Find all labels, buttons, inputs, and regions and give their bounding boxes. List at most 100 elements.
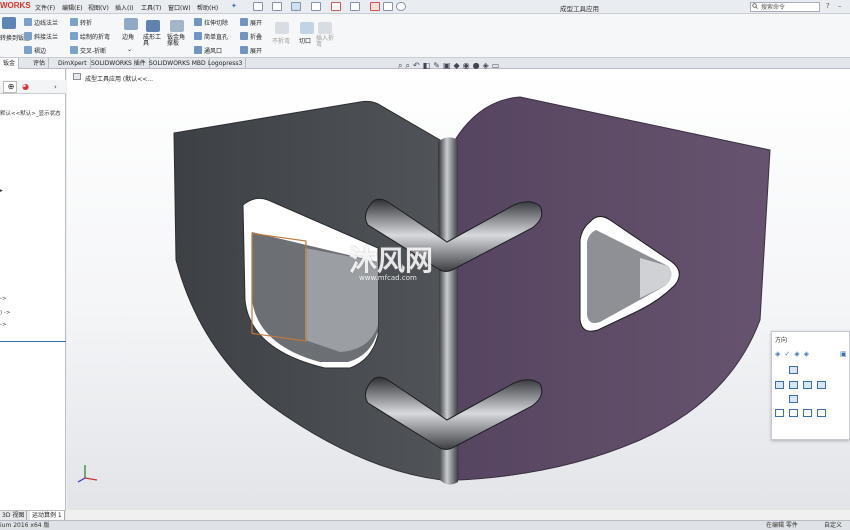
pin-icon[interactable]: ✦ (231, 2, 237, 10)
select-arrow-icon[interactable] (350, 2, 360, 11)
vent-icon (194, 46, 202, 54)
two-view-vertical-icon[interactable] (803, 409, 812, 417)
brand-logo: WORKS (0, 1, 31, 10)
part-icon (73, 73, 81, 80)
sheetmetal-gusset-icon[interactable] (170, 20, 184, 32)
save-icon[interactable] (291, 2, 301, 11)
top-view-icon[interactable] (789, 366, 798, 374)
jog-button[interactable]: 转折 (80, 18, 92, 27)
convert-sheetmetal-icon[interactable] (2, 17, 16, 29)
flatten-button[interactable]: 展开 (250, 46, 262, 55)
cross-break-button[interactable]: 交叉-折断 (80, 46, 106, 55)
rip-button[interactable]: 切口 (299, 36, 311, 45)
status-bar (0, 520, 850, 530)
tab-evaluate[interactable]: 评估 (30, 58, 50, 69)
two-view-horizontal-icon[interactable] (789, 409, 798, 417)
tab-sheetmetal[interactable]: 钣金 (0, 58, 20, 69)
forming-tool-icon[interactable] (146, 20, 160, 32)
tab-logopress3[interactable]: Logopress3 (205, 58, 247, 69)
new-view-icon[interactable]: ✓ (784, 350, 794, 358)
dimxpert-crosshair-icon[interactable]: ⊕ (4, 81, 18, 93)
graphics-viewport[interactable]: 沐风网 www.mfcad.com (67, 69, 850, 510)
sheetmetal-gusset-button[interactable]: 钣金角撑板 (167, 35, 189, 47)
new-file-icon[interactable] (253, 2, 263, 11)
menu-insert[interactable]: 插入(I) (115, 3, 133, 12)
convert-sheetmetal-button[interactable]: 转换到钣金 (0, 33, 30, 42)
file-properties-icon[interactable] (383, 2, 393, 11)
tab-solidworks-mbd[interactable]: SOLIDWORKS MBD (146, 58, 210, 69)
panel-expand-icon[interactable]: › (54, 83, 57, 91)
flatten-icon (240, 46, 248, 54)
undo-icon[interactable] (331, 2, 341, 11)
single-view-icon[interactable] (775, 409, 784, 417)
rebuild-icon[interactable] (370, 2, 380, 11)
menu-file[interactable]: 文件(F) (35, 3, 55, 12)
unfold-button[interactable]: 展开 (250, 18, 262, 27)
fold-button[interactable]: 折叠 (250, 32, 262, 41)
print-icon[interactable] (311, 2, 321, 11)
orientation-title: 方向 (775, 337, 788, 344)
open-file-icon[interactable] (272, 2, 282, 11)
extruded-cut-button[interactable]: 拉伸切除 (204, 18, 228, 27)
tree-item-arrow[interactable]: ▸ (0, 188, 3, 194)
corners-button[interactable]: 边角 (122, 32, 134, 41)
tree-item-arrow[interactable]: -> (0, 322, 7, 328)
insert-bends-button[interactable]: 插入折弯 (316, 36, 338, 48)
sheetmetal-part-model[interactable] (67, 69, 850, 510)
forming-tool-button[interactable]: 成形工具 (143, 35, 165, 47)
edge-flange-button[interactable]: 边线法兰 (34, 18, 58, 27)
sketched-bend-button[interactable]: 绘制的折弯 (80, 32, 110, 41)
tab-dimxpert[interactable]: DimXpert (55, 58, 91, 69)
tab-3d-views[interactable]: 3D 视图 (0, 511, 28, 520)
miter-flange-button[interactable]: 斜接法兰 (34, 32, 58, 41)
hem-icon (24, 46, 32, 54)
vent-button[interactable]: 通风口 (204, 46, 222, 55)
options-gear-icon[interactable] (396, 2, 406, 11)
rollback-bar[interactable] (0, 341, 66, 342)
left-view-icon[interactable] (775, 381, 784, 389)
corners-icon[interactable] (124, 18, 138, 30)
right-view-icon[interactable] (803, 381, 812, 389)
simple-hole-icon (194, 32, 202, 40)
jog-icon (70, 18, 78, 26)
help-icon[interactable]: ? (826, 2, 830, 10)
menu-help[interactable]: 帮助(H) (197, 3, 218, 12)
orientation-tools: ◈✓◈◈ (775, 350, 813, 358)
tree-item-arrow[interactable]: ) -> (0, 310, 11, 316)
tab-solidworks-addins[interactable]: SOLIDWORKS 插件 (88, 58, 150, 69)
no-bends-button[interactable]: 不折弯 (272, 36, 290, 45)
edge-flange-icon (24, 18, 32, 26)
bottom-view-icon[interactable] (789, 395, 798, 403)
rip-icon[interactable] (300, 22, 314, 34)
coordinate-triad-icon (77, 465, 98, 483)
units-custom-button[interactable]: 自定义 (824, 521, 842, 530)
update-view-icon[interactable]: ◈ (794, 350, 803, 358)
minimize-icon[interactable]: – (838, 2, 842, 10)
menu-window[interactable]: 窗口(W) (168, 3, 191, 12)
view-selector-icon[interactable]: ◈ (775, 350, 784, 358)
version-text: ium 2016 x64 版 (0, 522, 50, 529)
appearance-tab-icon[interactable]: ◕ (22, 81, 36, 93)
tab-motion-study[interactable]: 运动算例 1 (30, 511, 65, 520)
unfold-icon (240, 18, 248, 26)
corners-dropdown-icon[interactable]: ⌄ (127, 46, 132, 53)
search-commands-input[interactable]: 搜索命令 (750, 2, 820, 12)
back-view-icon[interactable] (817, 381, 826, 389)
document-title: 成型工具应用 (560, 5, 599, 13)
menu-tools[interactable]: 工具(T) (141, 3, 161, 12)
insert-bends-icon[interactable] (318, 22, 332, 34)
four-view-icon[interactable] (817, 409, 826, 417)
reset-view-icon[interactable]: ◈ (804, 350, 813, 358)
pin-view-icon[interactable]: ▣ (840, 350, 847, 358)
configuration-label: 默认<<默认>_显示状态 (0, 111, 61, 117)
simple-hole-button[interactable]: 简单直孔 (204, 32, 228, 41)
hem-button[interactable]: 褶边 (34, 46, 46, 55)
tree-item-arrow[interactable]: -> (0, 296, 7, 302)
no-bends-icon[interactable] (275, 22, 289, 34)
menu-edit[interactable]: 编辑(E) (62, 3, 82, 12)
editing-status: 在编辑 零件 (766, 522, 798, 529)
part-tree-label[interactable]: 成型工具应用 (默认<<... (85, 74, 153, 83)
cross-break-icon (70, 46, 78, 54)
menu-view[interactable]: 视图(V) (88, 3, 109, 12)
front-view-icon[interactable] (789, 381, 798, 389)
